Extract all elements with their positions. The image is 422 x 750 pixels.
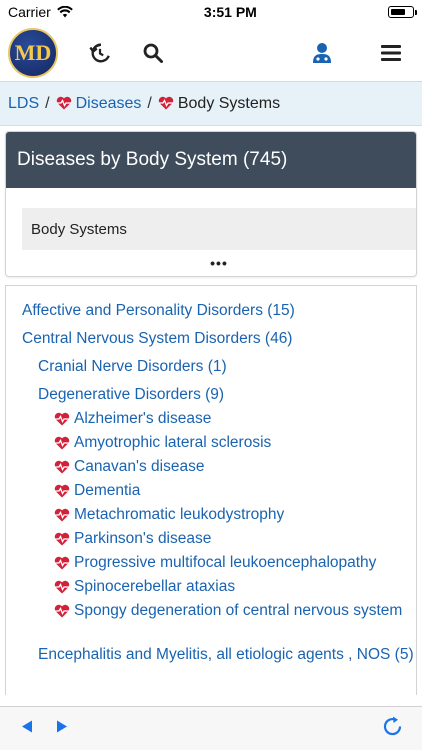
breadcrumb-separator: / bbox=[45, 94, 50, 112]
disease-item[interactable]: Canavan's disease bbox=[6, 457, 416, 481]
menu-icon bbox=[381, 44, 401, 61]
disease-item[interactable]: Spongy degeneration of central nervous s… bbox=[6, 601, 416, 625]
history-button[interactable] bbox=[86, 39, 114, 67]
breadcrumb-separator: / bbox=[147, 94, 152, 112]
breadcrumb-diseases[interactable]: Diseases bbox=[56, 94, 142, 113]
heart-pulse-icon bbox=[54, 556, 70, 570]
breadcrumb-current-label: Body Systems bbox=[177, 94, 281, 112]
menu-button[interactable] bbox=[377, 39, 405, 67]
doctor-icon bbox=[313, 42, 331, 63]
forward-arrow-icon bbox=[57, 720, 67, 732]
logo-text: MD bbox=[14, 39, 52, 65]
status-bar: Carrier 3:51 PM bbox=[0, 0, 422, 24]
body-system-selector[interactable]: Body Systems bbox=[22, 208, 416, 250]
category-cns[interactable]: Central Nervous System Disorders (46) bbox=[6, 325, 416, 353]
breadcrumb: LDS / Diseases / Body Systems bbox=[0, 82, 422, 126]
back-arrow-icon bbox=[22, 720, 32, 732]
heart-pulse-icon bbox=[56, 96, 71, 109]
disease-label: Alzheimer's disease bbox=[74, 410, 212, 427]
breadcrumb-diseases-label: Diseases bbox=[75, 94, 142, 112]
subcategory-cranial[interactable]: Cranial Nerve Disorders (1) bbox=[6, 353, 416, 381]
disease-label: Metachromatic leukodystrophy bbox=[74, 506, 285, 523]
app-logo[interactable]: MD bbox=[8, 27, 58, 78]
search-icon bbox=[143, 43, 163, 63]
more-options-button[interactable]: ••• bbox=[22, 256, 416, 270]
search-button[interactable] bbox=[139, 39, 167, 67]
disease-item[interactable]: Metachromatic leukodystrophy bbox=[6, 505, 416, 529]
wifi-icon bbox=[56, 6, 73, 18]
heart-pulse-icon bbox=[54, 412, 70, 426]
card-title: Diseases by Body System (745) bbox=[6, 132, 416, 188]
disease-item[interactable]: Progressive multifocal leukoencephalopat… bbox=[6, 553, 416, 577]
clock: 3:51 PM bbox=[203, 4, 257, 20]
app-header: MD bbox=[0, 24, 422, 82]
history-icon bbox=[89, 43, 110, 62]
carrier-label: Carrier bbox=[8, 4, 51, 20]
disease-item[interactable]: Parkinson's disease bbox=[6, 529, 416, 553]
subcategory-degenerative[interactable]: Degenerative Disorders (9) bbox=[6, 381, 416, 409]
disease-item[interactable]: Alzheimer's disease bbox=[6, 409, 416, 433]
heart-pulse-icon bbox=[54, 580, 70, 594]
heart-pulse-icon bbox=[54, 604, 70, 618]
disease-item[interactable]: Dementia bbox=[6, 481, 416, 505]
heart-pulse-icon bbox=[54, 436, 70, 450]
bottom-toolbar bbox=[0, 706, 422, 750]
subcategory-encephalitis[interactable]: Encephalitis and Myelitis, all etiologic… bbox=[6, 645, 416, 664]
forward-button[interactable] bbox=[55, 719, 69, 738]
disease-item[interactable]: Amyotrophic lateral sclerosis bbox=[6, 433, 416, 457]
breadcrumb-root[interactable]: LDS bbox=[8, 95, 39, 113]
refresh-button[interactable] bbox=[382, 715, 404, 742]
disease-item[interactable]: Spinocerebellar ataxias bbox=[6, 577, 416, 601]
doctor-button[interactable] bbox=[308, 39, 336, 67]
heart-pulse-icon bbox=[54, 484, 70, 498]
back-button[interactable] bbox=[20, 719, 34, 738]
heart-pulse-icon bbox=[158, 96, 174, 109]
disease-tree: Affective and Personality Disorders (15)… bbox=[5, 285, 417, 695]
body-system-card: Diseases by Body System (745) Body Syste… bbox=[5, 131, 417, 277]
refresh-icon bbox=[383, 716, 402, 735]
disease-label: Spinocerebellar ataxias bbox=[74, 578, 236, 595]
disease-label: Dementia bbox=[74, 482, 141, 499]
disease-label: Canavan's disease bbox=[74, 458, 205, 475]
disease-label: Progressive multifocal leukoencephalopat… bbox=[74, 554, 377, 571]
heart-pulse-icon bbox=[54, 532, 70, 546]
disease-label: Amyotrophic lateral sclerosis bbox=[74, 434, 272, 451]
category-affective[interactable]: Affective and Personality Disorders (15) bbox=[6, 297, 416, 325]
disease-label: Parkinson's disease bbox=[74, 530, 212, 547]
heart-pulse-icon bbox=[54, 508, 70, 522]
breadcrumb-current: Body Systems bbox=[158, 95, 280, 113]
battery-icon bbox=[387, 6, 417, 18]
disease-label: Spongy degeneration of central nervous s… bbox=[74, 602, 403, 619]
heart-pulse-icon bbox=[54, 460, 70, 474]
